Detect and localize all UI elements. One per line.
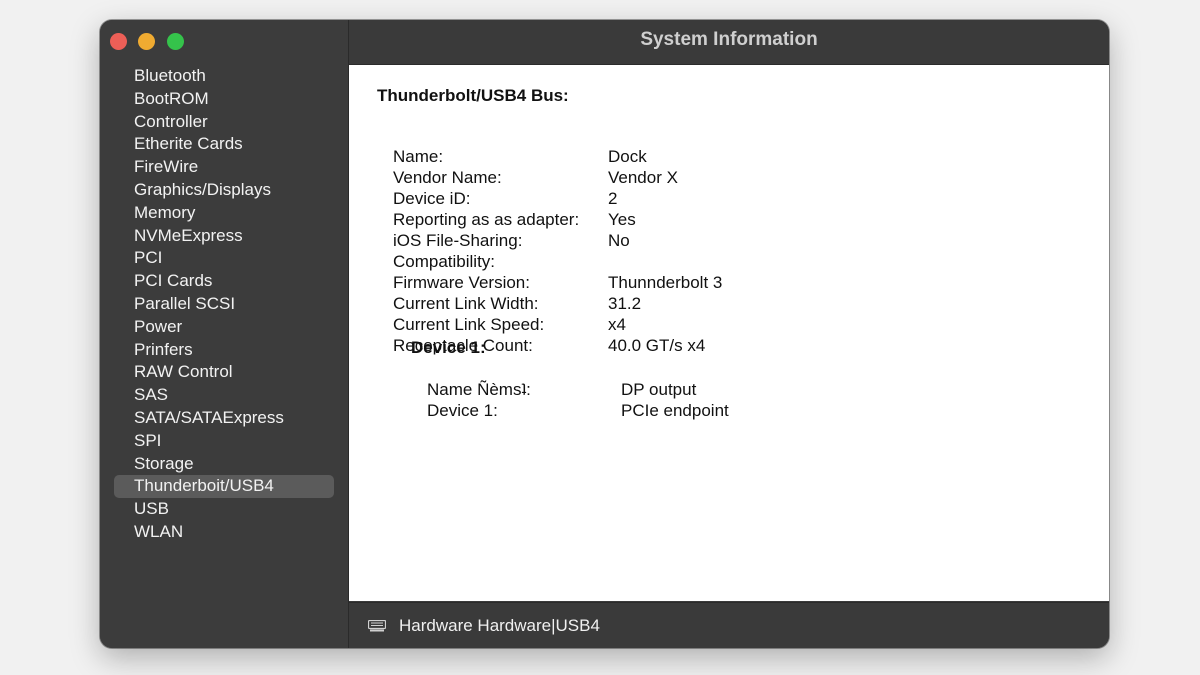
sidebar-item[interactable]: WLAN [114,521,334,544]
property-label: Reporting as as adapter: [393,210,580,229]
sidebar-item[interactable]: SAS [114,384,334,407]
property-value: x4 [608,315,626,334]
property-value: Thunnderbolt 3 [608,273,723,292]
sidebar-item[interactable]: Storage [114,453,334,476]
title-bar: System Information [349,20,1109,65]
detail-pane: Thunderbolt/USB4 Bus: Name: Dock Vendor Na… [349,65,1109,601]
sidebar-item[interactable]: Controller [114,111,334,134]
property-value: 40.0 GT/s x4 [608,336,706,355]
property-label: Name: [393,147,444,166]
property-value: 31.2 [608,294,642,313]
property-label: Device iD: [393,189,471,208]
property-row: Reporting as as adapter: Yes [349,209,1049,230]
property-value: DP output [621,380,697,399]
property-value: Yes [608,210,636,229]
window-title: System Information [640,29,818,50]
sidebar-item[interactable]: Etherite Cards [114,133,334,156]
property-row: Firmware Version: Thunnderbolt 3 [349,272,1049,293]
sidebar-item[interactable]: Parallel SCSI [114,293,334,316]
sidebar-item[interactable]: Power [114,316,334,339]
sidebar-item[interactable]: FireWire [114,156,334,179]
property-value: PCIe endpoint [621,401,729,420]
device-heading: Device 1: [411,338,486,357]
sidebar-item[interactable]: SPI [114,430,334,453]
sidebar-item[interactable]: Thunderboit/USB4 [114,475,334,499]
sidebar: Bluetooth BootROM Controller Etherite Cards… [100,20,349,648]
zoom-window-button[interactable] [167,33,184,50]
sidebar-item[interactable]: Prinfers [114,339,334,362]
property-row: Current Link Speed: x4 [349,314,1049,335]
sidebar-item[interactable]: Graphics/Displays [114,179,334,202]
property-value: 2 [608,189,618,208]
status-path: Hardware Hardware|USB4 [399,616,600,635]
sidebar-item[interactable]: PCI Cards [114,270,334,293]
close-window-button[interactable] [110,33,127,50]
sidebar-item[interactable]: USB [114,498,334,521]
property-label: Vendor Name: [393,168,502,187]
status-bar: Hardware Hardware|USB4 [349,602,1109,648]
property-value: Dock [608,147,647,166]
sidebar-item[interactable]: NVMeExpress [114,225,334,248]
system-information-window: Bluetooth BootROM Controller Etherite Cards… [100,20,1109,648]
sidebar-item[interactable]: RAW Control [114,361,334,384]
property-row: Name Ñèmsʇ: DP output [349,379,1049,400]
property-row: Vendor Name: Vendor X [349,167,1049,188]
sidebar-item[interactable]: PCI [114,247,334,270]
property-row: Name: Dock [349,146,1049,167]
sidebar-item[interactable]: Bluetooth [114,65,334,88]
property-label: Firmware Version: [393,273,530,292]
property-value: No [608,231,630,250]
sidebar-item[interactable]: Memory [114,202,334,225]
property-label: Current Link Width: [393,294,539,313]
property-label: Device 1: [427,401,498,420]
property-value: Vendor X [608,168,678,187]
hardware-icon [368,620,386,632]
sidebar-item[interactable]: SATA/SATAExpress [114,407,334,430]
sidebar-item[interactable]: BootROM [114,88,334,111]
property-row: Compatibility: [349,251,1049,272]
property-row: Current Link Width: 31.2 [349,293,1049,314]
property-row: Device 1: PCIe endpoint [349,400,1049,421]
property-label: Current Link Speed: [393,315,545,334]
property-label: Compatibility: [393,252,496,271]
property-row: Device iD: 2 [349,188,1049,209]
property-label: iOS File-Sharing: [393,231,523,250]
section-title: Thunderbolt/USB4 Bus: [377,86,569,105]
sidebar-list: Bluetooth BootROM Controller Etherite Cards… [114,65,334,544]
minimize-window-button[interactable] [138,33,155,50]
property-row: iOS File-Sharing: No [349,230,1049,251]
property-label: Name Ñèmsʇ: [427,380,531,399]
